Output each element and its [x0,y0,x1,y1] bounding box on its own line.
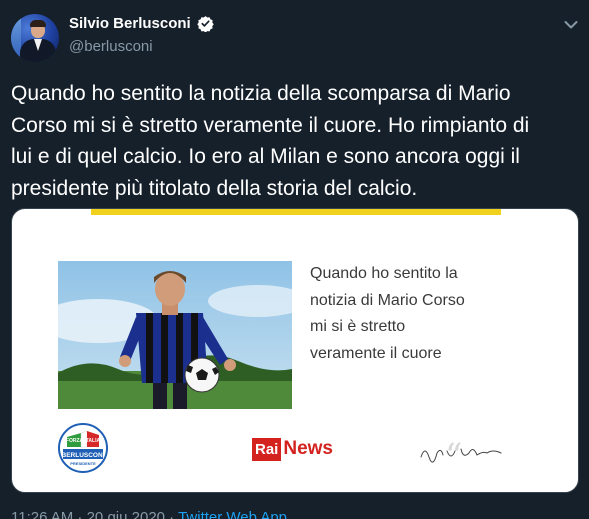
avatar-hair [30,20,46,27]
tweet-text-line: presidente più titolato della storia del… [11,176,418,200]
tweet-metadata: 11:26 AM · 20 giu 2020 · Twitter Web App [11,509,287,519]
tweet-text-line: lui e di quel calcio. Io ero al Milan e … [11,145,520,168]
party-name-text: BERLUSCONI [62,452,105,459]
media-card[interactable]: Quando ho sentito la notizia di Mario Co… [11,208,579,493]
rai-word: Rai [252,437,282,461]
quote-line: veramente il cuore [310,344,442,362]
author-name-row[interactable]: Silvio Berlusconi [69,15,214,33]
source-app-link[interactable]: Twitter Web App [178,509,287,519]
party-top-text: FORZA ITALIA [66,438,101,444]
party-sub-text: PRESIDENTE [70,461,96,466]
chevron-down-icon[interactable] [560,14,582,36]
quote-text: Quando ho sentito la notizia di Mario Co… [310,261,560,367]
author-display-name[interactable]: Silvio Berlusconi [69,15,191,32]
tweet: Silvio Berlusconi @berlusconi Quando ho … [0,0,589,519]
author-handle[interactable]: @berlusconi [69,38,153,55]
tweet-text-line: Quando ho sentito la notizia della scomp… [11,82,511,105]
tweet-text: Quando ho sentito la notizia della scomp… [11,78,579,204]
accent-bar [91,209,501,215]
quote-line: notizia di Mario Corso [310,291,465,309]
forza-italia-logo: FORZA ITALIA BERLUSCONI PRESIDENTE [58,423,108,473]
quote-line: Quando ho sentito la [310,265,458,282]
tweet-timestamp[interactable]: 11:26 AM · 20 giu 2020 · [11,509,178,519]
tweet-text-line: Corso mi si è stretto veramente il cuore… [11,113,530,137]
signature: “ [417,431,507,476]
player-photo [58,261,292,409]
quote-line: mi si è stretto [310,318,406,335]
verified-badge-icon [196,15,214,33]
rai-news-logo: Rai News [252,435,333,463]
news-word: News [283,438,333,459]
avatar[interactable] [11,14,59,62]
